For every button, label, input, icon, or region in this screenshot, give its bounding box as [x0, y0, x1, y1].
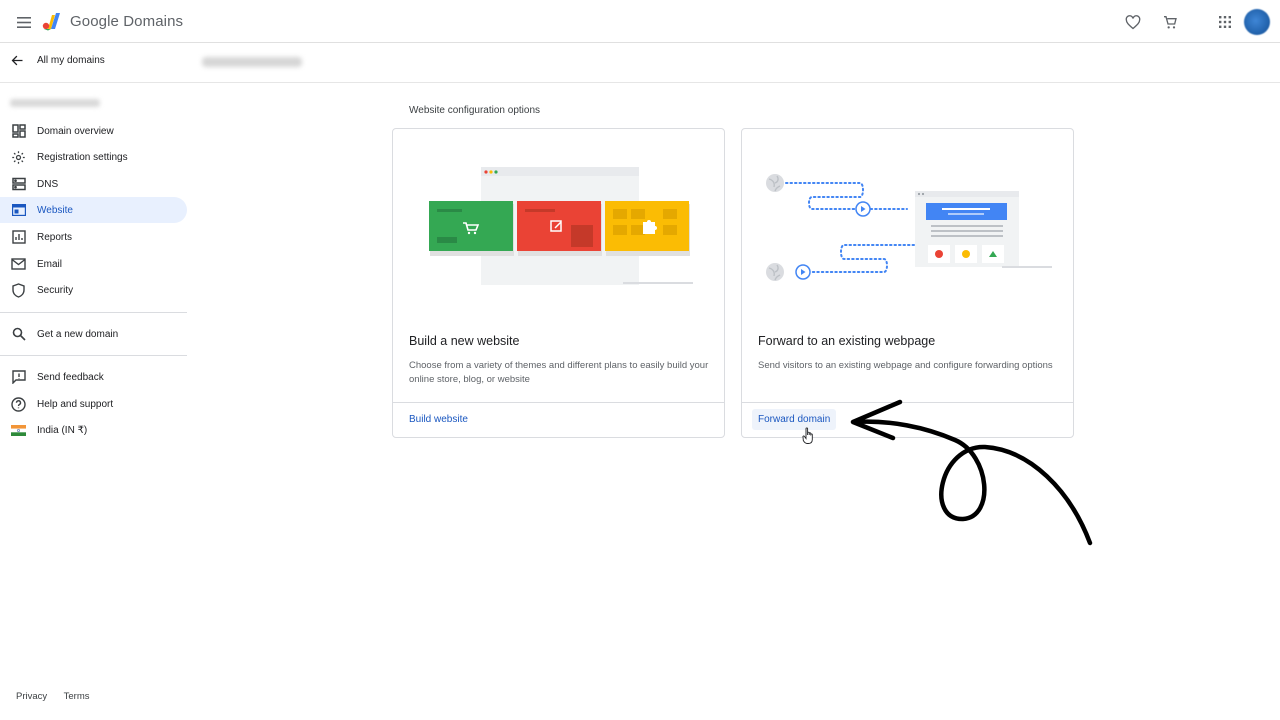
account-avatar[interactable]	[1244, 9, 1270, 35]
privacy-link[interactable]: Privacy	[16, 691, 47, 702]
sidebar-item-email[interactable]: Email	[0, 251, 187, 277]
card-divider	[393, 402, 724, 403]
back-arrow-icon	[11, 55, 23, 66]
all-my-domains-link[interactable]: All my domains	[10, 53, 105, 68]
annotation-arrow	[850, 399, 1093, 546]
sidebar-item-registration-settings[interactable]: Registration settings	[0, 144, 187, 170]
build-website-illustration	[429, 167, 693, 285]
all-my-domains-label: All my domains	[37, 55, 105, 66]
hand-cursor-icon	[802, 427, 813, 444]
card-description: Send visitors to an existing webpage and…	[758, 360, 1053, 371]
sidebar-divider	[0, 355, 187, 356]
cart-icon[interactable]	[1160, 12, 1180, 32]
sidebar-item-label: Help and support	[37, 398, 114, 410]
email-icon	[11, 257, 26, 272]
card-title: Forward to an existing webpage	[758, 334, 936, 348]
forward-domain-button[interactable]: Forward domain	[752, 409, 837, 430]
google-domains-logo[interactable]: Google Domains	[42, 11, 183, 31]
card-description: Choose from a variety of themes and diff…	[409, 360, 709, 385]
section-title: Website configuration options	[409, 105, 541, 116]
card-title: Build a new website	[409, 334, 520, 348]
help-icon	[11, 396, 26, 412]
domain-subbar	[0, 43, 1280, 83]
favorites-heart-icon[interactable]	[1123, 12, 1143, 32]
google-domains-logo-icon	[42, 13, 60, 31]
sidebar-item-label: Get a new domain	[37, 328, 119, 340]
build-website-button[interactable]: Build website	[409, 414, 468, 425]
dns-icon	[11, 177, 26, 192]
sidebar-item-country[interactable]: India (IN ₹)	[0, 417, 187, 443]
search-icon	[11, 327, 26, 342]
website-icon	[11, 203, 26, 218]
sidebar-item-domain-overview[interactable]: Domain overview	[0, 118, 187, 144]
apps-grid-icon[interactable]	[1215, 12, 1235, 32]
sidebar-item-get-new-domain[interactable]: Get a new domain	[0, 321, 187, 347]
settings-gear-icon	[11, 150, 26, 165]
sidebar-item-label: Security	[37, 284, 74, 296]
india-flag-icon	[11, 423, 26, 438]
sidebar-item-reports[interactable]: Reports	[0, 224, 187, 250]
sidebar-item-help-and-support[interactable]: Help and support	[0, 391, 187, 417]
forward-domain-illustration	[766, 174, 1052, 281]
sidebar-divider	[0, 312, 187, 313]
sidebar-item-label: Send feedback	[37, 371, 104, 383]
terms-link[interactable]: Terms	[64, 691, 90, 702]
build-website-card: Build a new website Choose from a variet…	[392, 128, 725, 438]
menu-icon[interactable]	[14, 12, 34, 32]
sidebar-item-label: DNS	[37, 178, 59, 190]
sidebar-item-send-feedback[interactable]: Send feedback	[0, 364, 187, 390]
shield-icon	[11, 282, 26, 298]
sidebar-item-website[interactable]: Website	[0, 197, 187, 223]
forward-domain-card: Forward to an existing webpage Send visi…	[741, 128, 1074, 438]
sidebar-item-label: Registration settings	[37, 151, 128, 163]
top-app-bar: Google Domains	[0, 0, 1280, 43]
feedback-icon	[11, 370, 26, 385]
reports-icon	[11, 230, 26, 245]
logo-text: Google Domains	[70, 12, 184, 30]
sidebar-item-label: Reports	[37, 231, 73, 243]
sidebar-item-label: India (IN ₹)	[37, 424, 88, 436]
sidebar-item-label: Domain overview	[37, 125, 114, 137]
sidebar-item-security[interactable]: Security	[0, 277, 187, 303]
redacted-domain-name	[202, 57, 302, 67]
redacted-domain-label	[10, 99, 100, 107]
footer: Privacy Terms	[16, 691, 104, 702]
sidebar-item-dns[interactable]: DNS	[0, 171, 187, 197]
dashboard-icon	[11, 124, 26, 139]
sidebar-item-label: Email	[37, 258, 63, 270]
sidebar-item-label: Website	[37, 204, 73, 216]
